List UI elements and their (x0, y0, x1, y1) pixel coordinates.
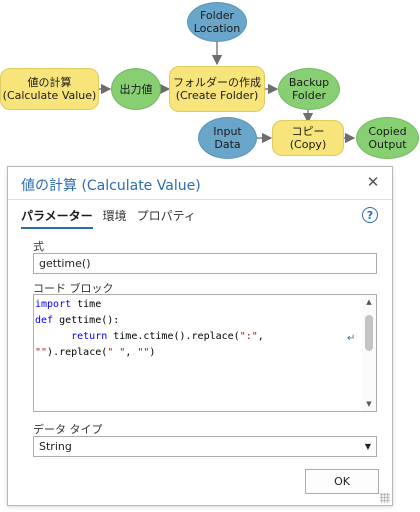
code-token: time.ctime().replace( (107, 331, 240, 342)
code-keyword: return (71, 331, 108, 342)
calculate-value-dialog: 値の計算 (Calculate Value) ✕ パラメーター 環境 プロパティ… (7, 166, 393, 506)
data-type-select[interactable]: String ▼ (33, 436, 377, 457)
code-keyword: import (35, 299, 72, 310)
data-type-label: データ タイプ (33, 423, 103, 436)
output-value-variable[interactable]: 出力値 (111, 68, 161, 110)
code-keyword: def (35, 315, 54, 326)
ok-button[interactable]: OK (305, 469, 379, 494)
code-string: "" (35, 347, 48, 358)
input-data-variable[interactable]: Input Data (198, 117, 257, 159)
tab-properties[interactable]: プロパティ (137, 207, 196, 229)
code-token: , (257, 331, 264, 342)
word-wrap-icon: ↵ (347, 333, 356, 344)
copy-tool[interactable]: コピー (Copy) (272, 120, 344, 156)
code-string: " " (107, 347, 126, 358)
folder-location-variable[interactable]: Folder Location (187, 2, 247, 42)
create-folder-tool[interactable]: フォルダーの作成 (Create Folder) (169, 66, 265, 112)
scroll-down-icon[interactable]: ▼ (362, 398, 376, 410)
tab-parameters[interactable]: パラメーター (21, 207, 93, 229)
code-text[interactable]: import time def gettime(): return time.c… (34, 295, 360, 411)
code-token: time (71, 299, 102, 310)
code-scrollbar[interactable]: ▲ ▼ (362, 295, 376, 411)
code-token: ) (149, 347, 156, 358)
resize-grip-icon[interactable] (380, 493, 390, 503)
model-diagram: Folder Location 値の計算 (Calculate Value) 出… (0, 0, 420, 160)
dialog-title: 値の計算 (Calculate Value) (21, 178, 201, 194)
chevron-down-icon: ▼ (364, 442, 371, 451)
title-divider (8, 199, 392, 200)
expression-input[interactable]: gettime() (33, 253, 377, 274)
help-icon[interactable]: ? (362, 207, 378, 223)
expression-label: 式 (33, 240, 44, 253)
calculate-value-tool[interactable]: 値の計算 (Calculate Value) (0, 68, 99, 110)
scroll-thumb[interactable] (365, 315, 373, 351)
copied-output-variable[interactable]: Copied Output (356, 117, 419, 159)
dialog-tabs: パラメーター 環境 プロパティ (21, 207, 196, 229)
code-token: , (125, 347, 138, 358)
code-block-editor[interactable]: import time def gettime(): return time.c… (33, 294, 377, 412)
scroll-up-icon[interactable]: ▲ (362, 296, 376, 308)
data-type-value: String (39, 440, 72, 453)
tab-environments[interactable]: 環境 (103, 207, 127, 229)
code-string: "" (137, 347, 150, 358)
code-token: ).replace( (47, 347, 108, 358)
close-icon[interactable]: ✕ (364, 173, 382, 191)
code-token: gettime(): (53, 315, 120, 326)
code-string: ":" (239, 331, 258, 342)
backup-folder-variable[interactable]: Backup Folder (278, 68, 340, 110)
